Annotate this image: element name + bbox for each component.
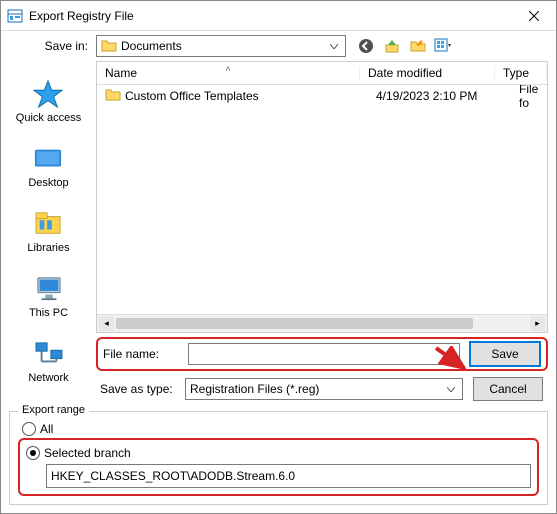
libraries-icon [32, 209, 66, 239]
place-label: Desktop [28, 177, 68, 189]
sort-asc-icon: ˄ [225, 64, 230, 74]
save-as-type-dropdown[interactable]: Registration Files (*.reg) [185, 378, 463, 400]
save-as-type-value: Registration Files (*.reg) [190, 382, 444, 396]
place-this-pc[interactable]: This PC [25, 266, 72, 331]
filename-input[interactable] [188, 343, 460, 365]
column-type[interactable]: Type [495, 66, 547, 80]
radio-selected-label: Selected branch [44, 446, 131, 460]
registry-icon [7, 8, 23, 24]
window-title: Export Registry File [29, 9, 511, 23]
radio-all-label: All [40, 422, 53, 436]
place-quick-access[interactable]: Quick access [12, 71, 85, 136]
save-as-type-label: Save as type: [96, 382, 185, 396]
place-label: This PC [29, 307, 68, 319]
column-date[interactable]: Date modified [360, 66, 495, 80]
chevron-down-icon [444, 387, 458, 392]
view-menu-icon[interactable] [434, 36, 454, 56]
place-libraries[interactable]: Libraries [23, 201, 73, 266]
folder-icon [101, 38, 117, 54]
scroll-left-icon[interactable]: ◂ [99, 316, 114, 331]
titlebar: Export Registry File [1, 1, 556, 31]
folder-icon [105, 87, 121, 106]
quick-access-icon [31, 79, 65, 109]
list-item[interactable]: Custom Office Templates 4/19/2023 2:10 P… [97, 85, 547, 107]
close-button[interactable] [511, 1, 556, 31]
cancel-button[interactable]: Cancel [473, 377, 543, 401]
filename-label: File name: [99, 347, 188, 361]
radio-selected-branch[interactable]: Selected branch [26, 446, 531, 460]
save-in-label: Save in: [1, 39, 96, 53]
toolbar: Save in: Documents [1, 31, 556, 61]
file-list[interactable]: Name ˄ Date modified Type Custom Office … [96, 61, 548, 333]
item-type: File fo [511, 85, 547, 110]
branch-input[interactable]: HKEY_CLASSES_ROOT\ADODB.Stream.6.0 [46, 464, 531, 488]
filename-row: File name: Save [96, 337, 548, 371]
export-range-legend: Export range [18, 404, 89, 416]
col-label: Name [105, 66, 137, 80]
column-name[interactable]: Name ˄ [97, 66, 360, 80]
place-desktop[interactable]: Desktop [24, 136, 72, 201]
place-label: Network [28, 372, 68, 384]
save-in-value: Documents [121, 39, 327, 53]
chevron-down-icon [327, 44, 341, 49]
branch-value: HKEY_CLASSES_ROOT\ADODB.Stream.6.0 [51, 469, 295, 483]
scrollbar-thumb[interactable] [116, 318, 473, 329]
places-bar: Quick access Desktop Libraries This PC [1, 61, 96, 403]
scroll-right-icon[interactable]: ▸ [530, 316, 545, 331]
back-icon[interactable] [356, 36, 376, 56]
column-headers: Name ˄ Date modified Type [97, 62, 547, 85]
save-as-type-row: Save as type: Registration Files (*.reg)… [96, 375, 548, 403]
desktop-icon [31, 144, 65, 174]
place-network[interactable]: Network [24, 331, 72, 396]
new-folder-icon[interactable] [408, 36, 428, 56]
item-name: Custom Office Templates [125, 89, 259, 103]
chevron-down-icon [441, 352, 455, 357]
export-range-group: Export range All Selected branch HKEY_CL… [9, 411, 548, 505]
place-label: Quick access [16, 112, 81, 124]
horizontal-scrollbar[interactable]: ◂ ▸ [97, 314, 547, 332]
radio-all[interactable]: All [22, 422, 539, 436]
this-pc-icon [32, 274, 66, 304]
dialog-window: Export Registry File Save in: Documents [0, 0, 557, 514]
radio-icon [26, 446, 40, 460]
save-button[interactable]: Save [470, 342, 540, 366]
radio-icon [22, 422, 36, 436]
item-date: 4/19/2023 2:10 PM [368, 89, 511, 103]
place-label: Libraries [27, 242, 69, 254]
network-icon [32, 339, 66, 369]
up-icon[interactable] [382, 36, 402, 56]
save-in-dropdown[interactable]: Documents [96, 35, 346, 57]
